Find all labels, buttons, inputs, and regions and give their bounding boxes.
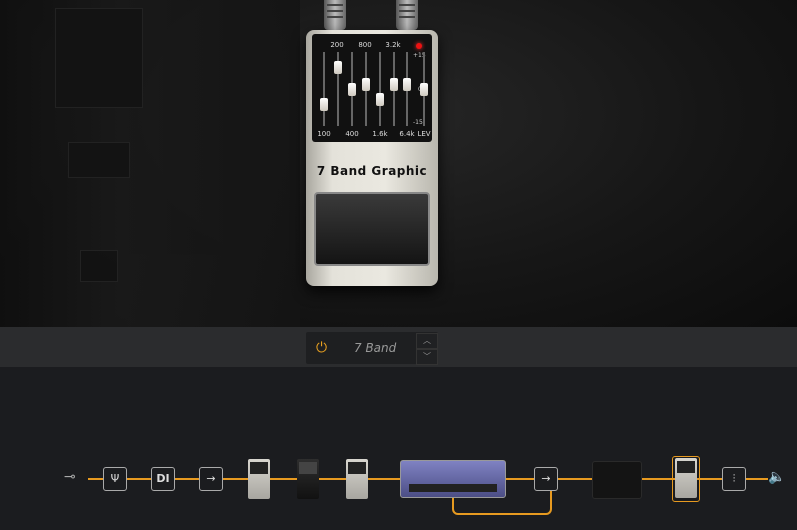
cable-plug [396, 0, 418, 30]
chain-pedal-dark[interactable] [297, 459, 319, 499]
preset-toolbar: ⏻ 7 Band ︿ ﹀ [0, 327, 797, 367]
slider-knob[interactable] [334, 60, 342, 74]
slider-track [323, 52, 325, 126]
slider-track [379, 52, 381, 126]
slider-knob[interactable] [403, 78, 411, 92]
amp-head[interactable] [400, 460, 506, 498]
slider-knob[interactable] [390, 78, 398, 92]
preset-name: 7 Band [354, 341, 397, 355]
chain-pedal-selected [675, 458, 697, 498]
chevron-up-icon[interactable]: ︿ [416, 333, 438, 349]
selected-pedal-frame[interactable] [672, 456, 700, 502]
slider-knob[interactable] [320, 97, 328, 111]
footswitch[interactable] [314, 192, 430, 266]
slider-knob[interactable] [348, 83, 356, 96]
rack-module [80, 250, 118, 282]
input-plug-icon[interactable]: ⊸ [64, 469, 76, 485]
arrow-node-icon[interactable]: → [534, 467, 558, 491]
slider-knob[interactable] [376, 92, 384, 106]
eq-panel: 200 800 3.2k +15 0 -15 100 400 1.6k 6.4k… [312, 34, 432, 142]
rack-background [0, 0, 300, 327]
di-button[interactable]: DI [151, 467, 175, 491]
signal-chain: ⊸ Ψ DI → → ⫶ 🔈 [0, 367, 797, 530]
status-led [416, 43, 422, 49]
freq-label: 400 [345, 130, 359, 138]
mixer-icon[interactable]: ⫶ [722, 467, 746, 491]
pedal-stage: 200 800 3.2k +15 0 -15 100 400 1.6k 6.4k… [0, 0, 797, 327]
scale-minus: -15 [413, 119, 423, 126]
freq-label: 1.6k [372, 130, 388, 138]
eq-pedal[interactable]: 200 800 3.2k +15 0 -15 100 400 1.6k 6.4k… [306, 30, 438, 286]
freq-label: 200 [330, 41, 344, 49]
chain-pedal-eq[interactable] [346, 459, 368, 499]
pedal-name: 7 Band Graphic [316, 164, 428, 178]
preset-selector[interactable]: ⏻ 7 Band ︿ ﹀ [306, 332, 438, 365]
cabinet[interactable] [592, 461, 642, 499]
freq-label: 100 [317, 130, 331, 138]
rack-module [55, 8, 143, 108]
rack-module [68, 142, 130, 178]
freq-label: LEV [417, 130, 431, 138]
freq-label: 3.2k [385, 41, 401, 49]
freq-label: 6.4k [399, 130, 415, 138]
cable-plug [324, 0, 346, 30]
slider-knob[interactable] [420, 83, 428, 96]
chevron-down-icon[interactable]: ﹀ [416, 349, 438, 365]
arrow-node-icon[interactable]: → [199, 467, 223, 491]
freq-label: 800 [358, 41, 372, 49]
slider-knob[interactable] [362, 78, 370, 92]
chain-pedal-eq[interactable] [248, 459, 270, 499]
speaker-icon[interactable]: 🔈 [768, 469, 785, 485]
power-icon[interactable]: ⏻ [316, 340, 327, 356]
tuner-icon[interactable]: Ψ [103, 467, 127, 491]
